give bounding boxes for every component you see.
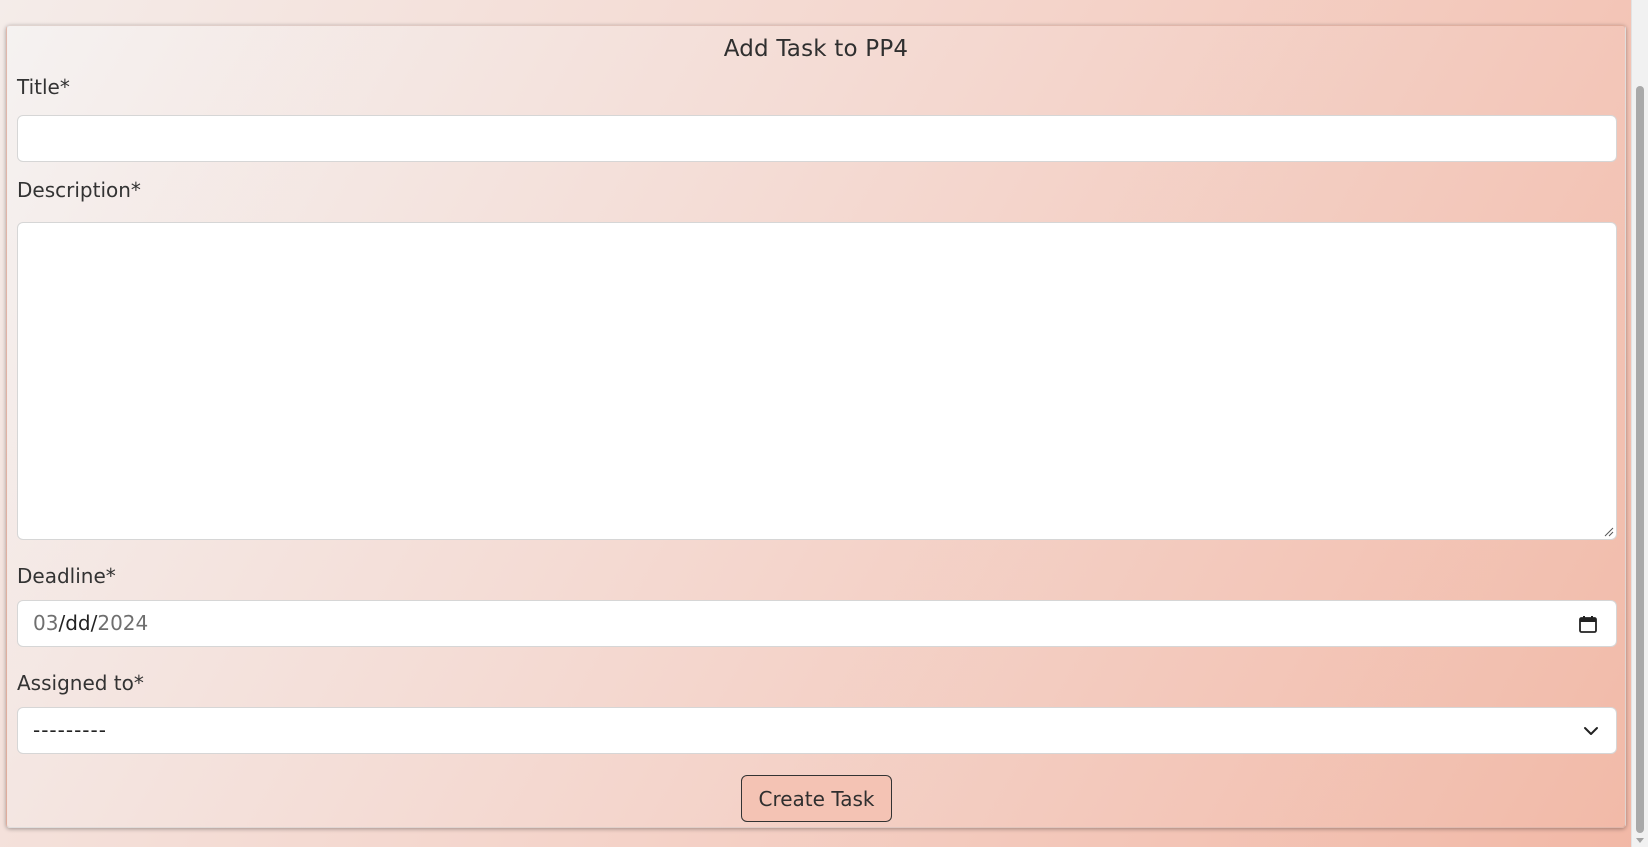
assigned-to-selected-value: --------- xyxy=(33,718,107,742)
scroll-down-arrow-icon[interactable] xyxy=(1636,838,1644,843)
deadline-month[interactable]: 03 xyxy=(33,611,58,635)
resize-grip-icon[interactable] xyxy=(1602,525,1614,537)
add-task-form-card: Add Task to PP4 Title* Description* Dead… xyxy=(6,25,1626,828)
chevron-down-icon xyxy=(1584,727,1598,735)
create-task-button[interactable]: Create Task xyxy=(741,775,892,822)
description-textarea[interactable] xyxy=(17,222,1617,540)
assigned-to-select[interactable]: --------- xyxy=(17,707,1617,754)
calendar-icon[interactable] xyxy=(1578,614,1598,634)
deadline-value[interactable]: 03/dd/2024 xyxy=(33,611,148,635)
page: Add Task to PP4 Title* Description* Dead… xyxy=(0,0,1631,847)
deadline-date-input[interactable]: 03/dd/2024 xyxy=(17,600,1617,647)
scrollbar-thumb[interactable] xyxy=(1636,86,1644,833)
vertical-scrollbar[interactable] xyxy=(1631,0,1648,847)
title-input[interactable] xyxy=(17,115,1617,162)
deadline-label: Deadline* xyxy=(17,564,116,588)
deadline-day[interactable]: dd xyxy=(65,611,90,635)
description-label: Description* xyxy=(17,178,141,202)
form-title: Add Task to PP4 xyxy=(723,36,909,62)
deadline-year[interactable]: 2024 xyxy=(97,611,148,635)
title-label: Title* xyxy=(17,75,70,99)
assigned-to-label: Assigned to* xyxy=(17,671,144,695)
